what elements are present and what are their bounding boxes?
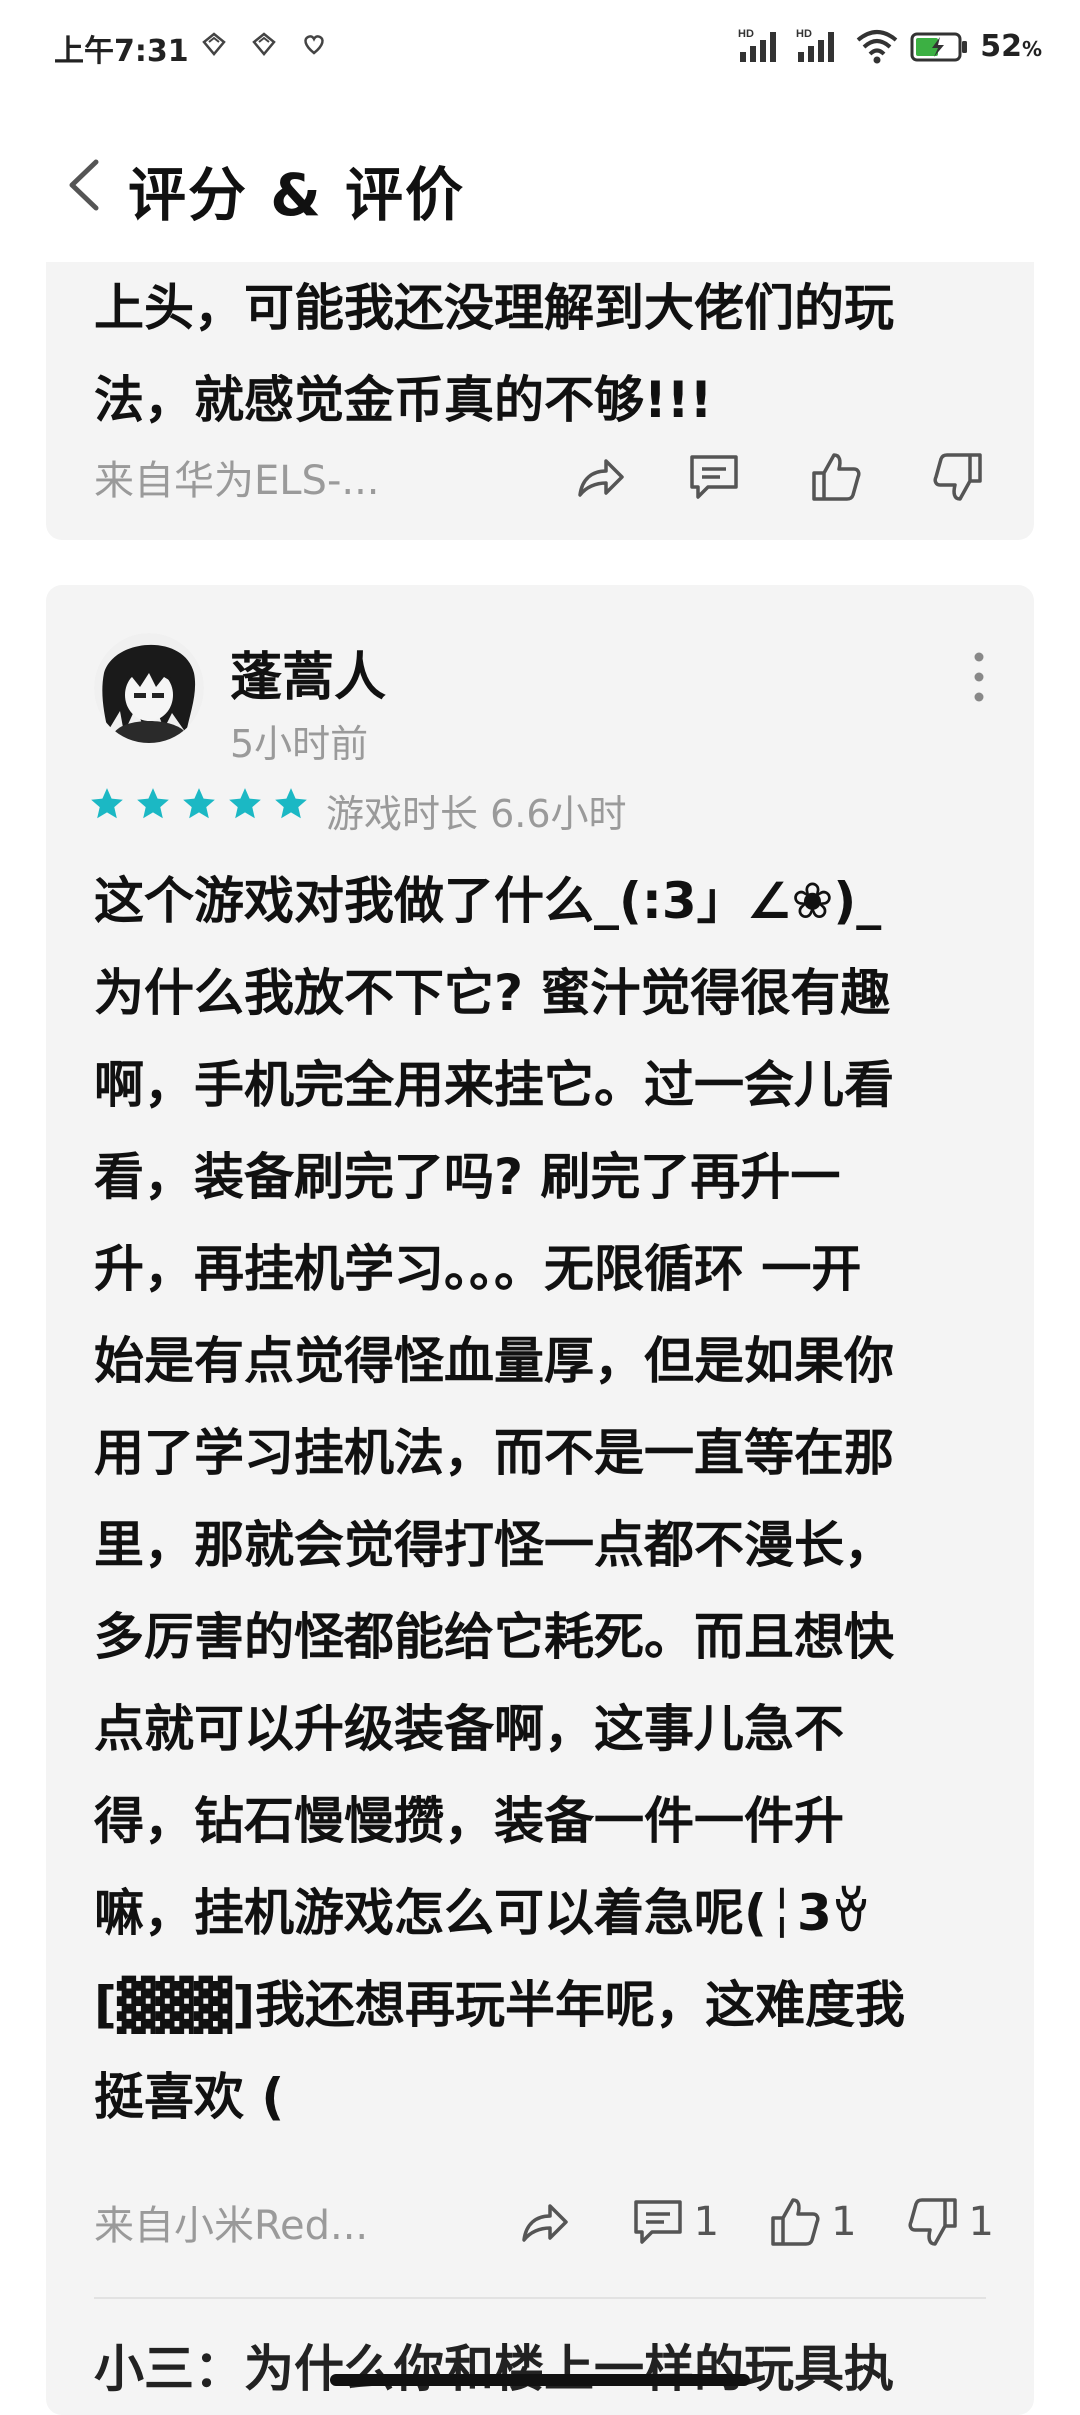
like-button[interactable] [808, 442, 872, 512]
playtime: 游戏时长 6.6小时 [326, 792, 627, 836]
share-icon [521, 2204, 568, 2242]
thumbs-up-icon [812, 453, 861, 501]
signal-hd-icon: HD [738, 28, 777, 62]
heart-icon [304, 35, 324, 55]
avatar-image [94, 633, 204, 743]
reply-preview[interactable]: 小三：为什么你和楼上一样的玩具执 [94, 2329, 994, 2409]
star-icon [275, 788, 307, 819]
comment-count: 1 [693, 2199, 720, 2245]
review-source: 来自华为ELS-... [94, 458, 380, 504]
home-indicator[interactable] [330, 2374, 750, 2386]
signal-hd-icon: HD [796, 28, 835, 62]
svg-text:HD: HD [796, 28, 812, 40]
notification-icon [202, 32, 226, 56]
status-right: HD HD 52% [738, 24, 1042, 68]
comment-icon [633, 2200, 682, 2244]
battery-percent: 52% [980, 28, 1042, 64]
share-button[interactable] [516, 2187, 572, 2257]
review-actions: 1 1 1 [516, 2187, 994, 2257]
review-card: 上头，可能我还没理解到大佬们的玩 法，就感觉金币真的不够!!! 来自华为ELS-… [46, 262, 1034, 540]
review-source: 来自小米Red... [94, 2203, 369, 2249]
star-icon [183, 788, 215, 819]
like-button[interactable]: 1 [767, 2187, 857, 2257]
dislike-button[interactable] [930, 442, 994, 512]
wifi-icon [856, 30, 898, 64]
notification-icon [252, 32, 276, 56]
review-time: 5小时前 [230, 722, 369, 766]
thumbs-up-icon [771, 2198, 820, 2246]
status-bar: 上午7:31 HD HD 52% [0, 0, 1080, 96]
review-body[interactable]: 这个游戏对我做了什么_(:3」∠❀)_ 为什么我放不下它? 蜜汁觉得很有趣 啊，… [94, 855, 994, 2143]
divider [94, 2297, 986, 2299]
star-icon [229, 788, 261, 819]
comment-icon [690, 455, 738, 499]
review-card: 蓬蒿人 5小时前 游戏时长 6.6小时 这个游戏对我做了什么_(:3」∠❀)_ … [46, 585, 1034, 2415]
review-actions [572, 442, 994, 512]
dislike-count: 1 [968, 2199, 994, 2245]
review-footer: 来自华为ELS-... [94, 442, 994, 512]
comment-button[interactable]: 1 [630, 2187, 719, 2257]
avatar[interactable] [94, 633, 204, 743]
page-title: 评分 & 评价 [128, 161, 465, 229]
share-button[interactable] [572, 442, 628, 512]
comment-button[interactable] [686, 442, 750, 512]
svg-text:HD: HD [738, 28, 754, 40]
share-icon [578, 459, 624, 497]
review-body: 上头，可能我还没理解到大佬们的玩 法，就感觉金币真的不够!!! [94, 279, 894, 429]
thumbs-down-icon [933, 453, 982, 501]
star-icon [137, 788, 169, 819]
dislike-button[interactable]: 1 [905, 2187, 994, 2257]
review-username[interactable]: 蓬蒿人 [230, 635, 386, 710]
battery-charging-icon [910, 32, 968, 62]
more-vertical-icon[interactable] [964, 647, 994, 707]
like-count: 1 [831, 2199, 857, 2245]
chevron-left-icon[interactable] [56, 150, 116, 220]
status-time: 上午7:31 [54, 34, 189, 69]
thumbs-down-icon [908, 2198, 957, 2246]
star-icon [91, 788, 123, 819]
star-rating [88, 785, 310, 823]
review-footer: 来自小米Red... 1 1 1 [94, 2187, 994, 2257]
app-header: 评分 & 评价 [0, 120, 1080, 250]
